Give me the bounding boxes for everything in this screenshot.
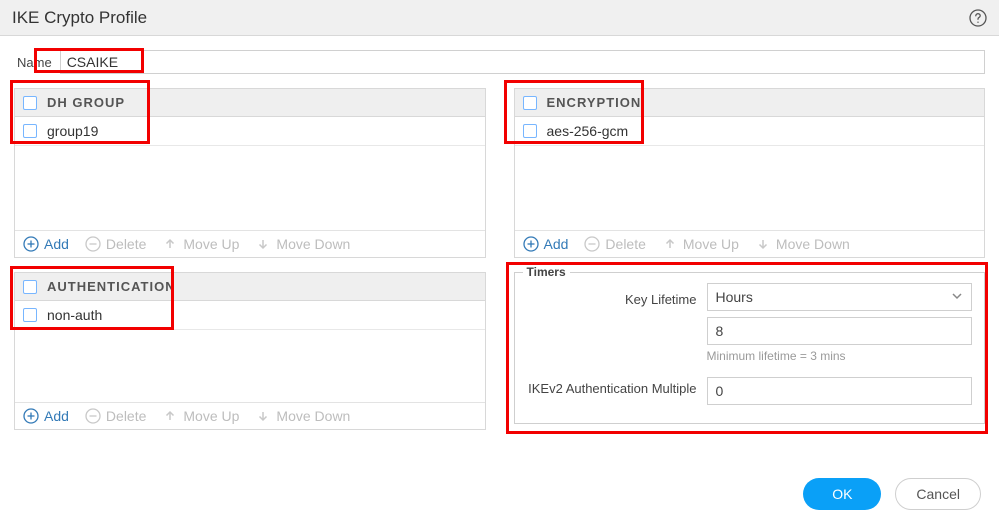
authentication-select-all-checkbox[interactable] — [23, 280, 37, 294]
ikev2-auth-mult-input[interactable]: 0 — [707, 377, 973, 405]
move-up-button[interactable]: Move Up — [162, 236, 239, 252]
dh-group-panel: DH GROUP group19 Add Delete — [14, 88, 486, 258]
minus-circle-icon — [85, 408, 101, 424]
encryption-heading: ENCRYPTION — [547, 95, 642, 110]
move-up-button[interactable]: Move Up — [162, 408, 239, 424]
encryption-select-all-checkbox[interactable] — [523, 96, 537, 110]
authentication-row-value: non-auth — [47, 307, 102, 323]
key-lifetime-value-input[interactable]: 8 — [707, 317, 973, 345]
dialog-title: IKE Crypto Profile — [12, 8, 147, 28]
delete-label: Delete — [605, 236, 645, 252]
key-lifetime-hint: Minimum lifetime = 3 mins — [707, 349, 973, 363]
authentication-actions: Add Delete Move Up Move Down — [15, 402, 485, 429]
encryption-panel: ENCRYPTION aes-256-gcm Add Delete — [514, 88, 986, 258]
arrow-down-icon — [755, 236, 771, 252]
dh-group-heading: DH GROUP — [47, 95, 125, 110]
arrow-down-icon — [255, 236, 271, 252]
add-button[interactable]: Add — [23, 408, 69, 424]
dh-group-select-all-checkbox[interactable] — [23, 96, 37, 110]
name-label: Name — [14, 52, 60, 73]
key-lifetime-label: Key Lifetime — [527, 288, 697, 307]
move-down-button[interactable]: Move Down — [755, 236, 850, 252]
ok-button[interactable]: OK — [803, 478, 881, 510]
delete-label: Delete — [106, 236, 146, 252]
delete-label: Delete — [106, 408, 146, 424]
timers-legend: Timers — [523, 265, 570, 279]
plus-circle-icon — [23, 236, 39, 252]
timers-fieldset: Timers Key Lifetime Hours — [514, 272, 986, 424]
chevron-down-icon — [951, 289, 963, 305]
move-down-button[interactable]: Move Down — [255, 408, 350, 424]
move-down-label: Move Down — [276, 408, 350, 424]
dh-group-header: DH GROUP — [15, 89, 485, 117]
help-icon[interactable] — [969, 9, 987, 27]
dh-group-row-checkbox[interactable] — [23, 124, 37, 138]
arrow-down-icon — [255, 408, 271, 424]
plus-circle-icon — [523, 236, 539, 252]
arrow-up-icon — [662, 236, 678, 252]
key-lifetime-unit-select[interactable]: Hours — [707, 283, 973, 311]
plus-circle-icon — [23, 408, 39, 424]
move-up-button[interactable]: Move Up — [662, 236, 739, 252]
minus-circle-icon — [584, 236, 600, 252]
encryption-actions: Add Delete Move Up Move Down — [515, 230, 985, 257]
authentication-panel: AUTHENTICATION non-auth Add Delete — [14, 272, 486, 430]
key-lifetime-value: 8 — [716, 323, 724, 339]
authentication-heading: AUTHENTICATION — [47, 279, 176, 294]
key-lifetime-unit-value: Hours — [716, 289, 753, 305]
move-down-label: Move Down — [776, 236, 850, 252]
name-row: Name CSAIKE — [14, 50, 985, 74]
move-down-label: Move Down — [276, 236, 350, 252]
add-label: Add — [544, 236, 569, 252]
delete-button[interactable]: Delete — [584, 236, 645, 252]
move-up-label: Move Up — [183, 408, 239, 424]
table-row[interactable]: non-auth — [15, 301, 485, 330]
move-down-button[interactable]: Move Down — [255, 236, 350, 252]
name-input-value: CSAIKE — [67, 54, 118, 70]
add-button[interactable]: Add — [23, 236, 69, 252]
delete-button[interactable]: Delete — [85, 236, 146, 252]
dh-group-actions: Add Delete Move Up Move Down — [15, 230, 485, 257]
name-input[interactable]: CSAIKE — [60, 50, 985, 74]
ikev2-auth-mult-label: IKEv2 Authentication Multiple — [527, 377, 697, 397]
authentication-header: AUTHENTICATION — [15, 273, 485, 301]
add-label: Add — [44, 236, 69, 252]
arrow-up-icon — [162, 236, 178, 252]
table-row[interactable]: group19 — [15, 117, 485, 146]
move-up-label: Move Up — [683, 236, 739, 252]
authentication-row-checkbox[interactable] — [23, 308, 37, 322]
add-button[interactable]: Add — [523, 236, 569, 252]
encryption-header: ENCRYPTION — [515, 89, 985, 117]
dialog-footer: OK Cancel — [785, 466, 999, 522]
minus-circle-icon — [85, 236, 101, 252]
add-label: Add — [44, 408, 69, 424]
delete-button[interactable]: Delete — [85, 408, 146, 424]
table-row[interactable]: aes-256-gcm — [515, 117, 985, 146]
arrow-up-icon — [162, 408, 178, 424]
encryption-row-checkbox[interactable] — [523, 124, 537, 138]
ikev2-auth-mult-value: 0 — [716, 383, 724, 399]
dialog-titlebar: IKE Crypto Profile — [0, 0, 999, 36]
encryption-row-value: aes-256-gcm — [547, 123, 629, 139]
cancel-button[interactable]: Cancel — [895, 478, 981, 510]
move-up-label: Move Up — [183, 236, 239, 252]
dh-group-row-value: group19 — [47, 123, 98, 139]
